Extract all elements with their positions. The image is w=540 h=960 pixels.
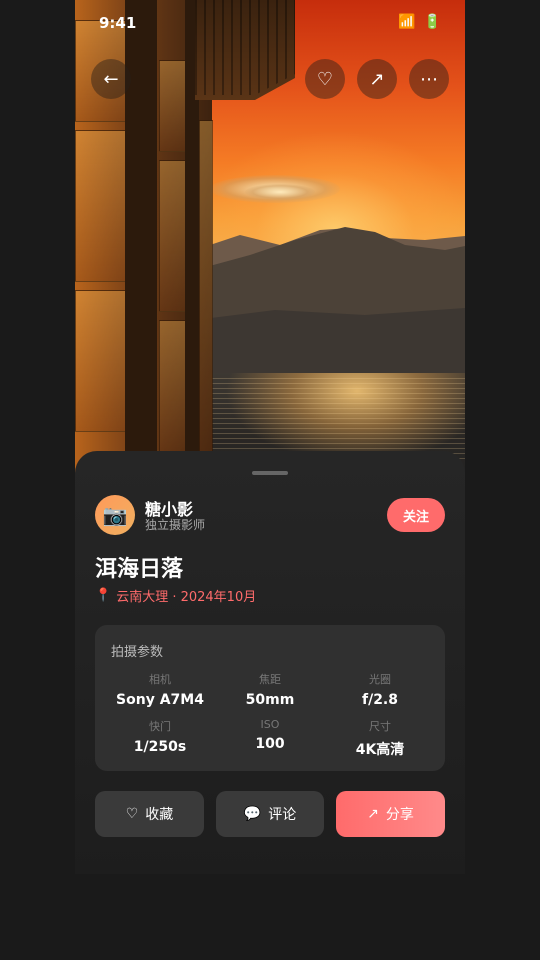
param-value: 50mm (245, 692, 295, 708)
comment-button[interactable]: 💬 评论 (216, 791, 324, 837)
param-label: 焦距 (259, 673, 281, 686)
status-time: 9:41 (99, 14, 137, 32)
back-arrow-icon: ← (103, 68, 119, 90)
phone-screen: 9:41 📶 🔋 ← ♡ ↗ ⋯ 📷 糖小影 独立摄影师 关注 洱海日落 📍 云… (75, 0, 465, 874)
photo-title: 洱海日落 (95, 557, 184, 582)
battery-icon: 🔋 (423, 14, 441, 30)
window-panel (159, 60, 187, 152)
param-label: 相机 (149, 673, 171, 686)
param-shutter: 快门 1/250s (102, 718, 218, 755)
param-value: f/2.8 (361, 692, 398, 708)
heart-icon: ♡ (316, 68, 334, 90)
more-button[interactable]: ⋯ (409, 59, 449, 99)
window-panel (75, 290, 127, 432)
param-iso: ISO 100 (212, 718, 328, 752)
share-label: 分享 (385, 807, 414, 823)
param-camera: 相机 Sony A7M4 (102, 671, 218, 708)
window-panel (75, 130, 127, 282)
param-aperture: 光圈 f/2.8 (322, 671, 438, 708)
location-pin-icon: 📍 (95, 588, 112, 603)
sunset-photo (75, 0, 465, 480)
param-focal-length: 焦距 50mm (212, 671, 328, 708)
status-icons: 📶 🔋 (398, 14, 441, 30)
location-text: 云南大理 · 2024年10月 (116, 590, 257, 605)
follow-button[interactable]: 关注 (387, 498, 445, 532)
shooting-params-card: 拍摄参数 相机 Sony A7M4 焦距 50mm 光圈 f/2.8 快门 1/… (95, 625, 445, 771)
favorite-label: 收藏 (145, 807, 174, 823)
params-title: 拍摄参数 (111, 645, 164, 660)
param-label: 尺寸 (369, 720, 391, 733)
heart-outline-icon: ♡ (125, 806, 139, 822)
comment-label: 评论 (268, 807, 297, 823)
back-button[interactable]: ← (91, 59, 131, 99)
window-panel (159, 160, 187, 312)
signal-icon: 📶 (398, 14, 416, 30)
author-role: 独立摄影师 (145, 518, 206, 532)
camera-icon: 📷 (102, 503, 128, 527)
window-panel (159, 320, 187, 452)
param-size: 尺寸 4K高清 (322, 718, 438, 759)
param-label: 快门 (149, 720, 171, 733)
comment-bubble-icon: 💬 (243, 806, 262, 822)
detail-sheet: 📷 糖小影 独立摄影师 关注 洱海日落 📍 云南大理 · 2024年10月 拍摄… (75, 451, 465, 874)
param-value: 100 (255, 736, 285, 752)
param-label: ISO (260, 718, 280, 731)
cloud (245, 184, 315, 200)
share-arrow-icon: ↗ (369, 68, 385, 90)
param-value: 4K高清 (355, 742, 405, 758)
avatar[interactable]: 📷 (95, 495, 135, 535)
param-value: 1/250s (133, 739, 187, 755)
more-dots-icon: ⋯ (420, 68, 438, 90)
share-button[interactable]: ↗ 分享 (336, 791, 445, 837)
like-button[interactable]: ♡ (305, 59, 345, 99)
share-top-button[interactable]: ↗ (357, 59, 397, 99)
favorite-button[interactable]: ♡ 收藏 (95, 791, 204, 837)
param-label: 光圈 (369, 673, 391, 686)
window-panel (199, 120, 213, 452)
status-bar: 9:41 📶 🔋 (75, 0, 465, 46)
photo-location: 📍 云南大理 · 2024年10月 (95, 586, 256, 605)
param-value: Sony A7M4 (116, 692, 204, 708)
sheet-handle[interactable] (252, 471, 288, 475)
share-arrow-icon: ↗ (367, 806, 379, 822)
